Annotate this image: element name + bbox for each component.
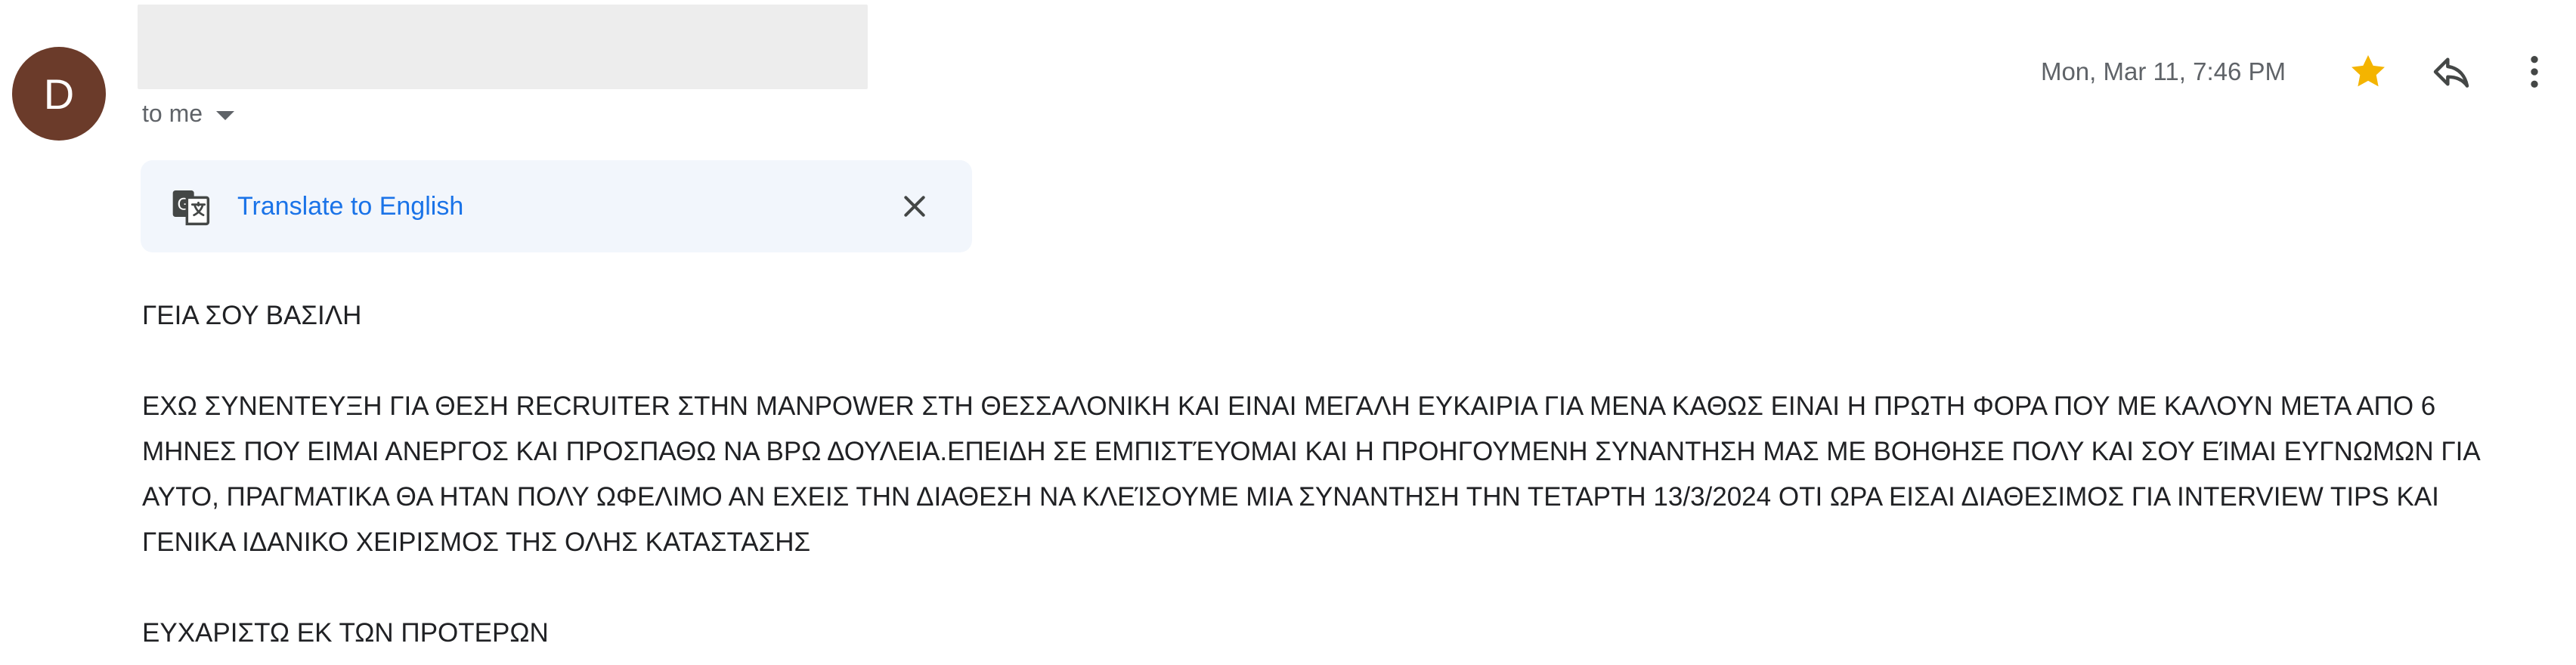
dismiss-translate-button[interactable] xyxy=(893,185,936,227)
more-vert-icon xyxy=(2531,56,2538,88)
message-timestamp: Mon, Mar 11, 7:46 PM xyxy=(2040,57,2286,85)
recipient-label: to me xyxy=(142,100,203,127)
message-closing: ΕΥΧΑΡΙΣΤΩ ΕΚ ΤΩΝ ΠΡΟΤΕΡΩΝ xyxy=(142,618,549,648)
message-greeting: ΓΕΙΑ ΣΟΥ ΒΑΣΙΛΗ xyxy=(142,301,362,330)
translate-icon: G xyxy=(168,184,213,229)
message-body: ΓΕΙΑ ΣΟΥ ΒΑΣΙΛΗ ΕΧΩ ΣΥΝΕΝΤΕΥΞΗ ΓΙΑ ΘΕΣΗ … xyxy=(142,293,2500,656)
close-icon xyxy=(904,196,925,217)
more-options-button[interactable] xyxy=(2493,38,2576,106)
sender-avatar[interactable]: D xyxy=(12,47,106,141)
translate-bar: G Translate to English xyxy=(141,160,972,252)
message-paragraph: ΕΧΩ ΣΥΝΕΝΤΕΥΞΗ ΓΙΑ ΘΕΣΗ RECRUITER ΣΤΗΝ M… xyxy=(142,391,2479,557)
star-icon xyxy=(2352,54,2385,87)
caret-down-icon xyxy=(216,110,235,120)
reply-button[interactable] xyxy=(2410,38,2493,106)
recipient-details-toggle[interactable]: to me xyxy=(142,100,235,128)
star-button[interactable] xyxy=(2327,38,2410,106)
sender-name-redacted xyxy=(138,5,868,89)
message-header-actions: Mon, Mar 11, 7:46 PM xyxy=(2041,38,2576,106)
reply-icon xyxy=(2433,57,2469,88)
translate-to-english-link[interactable]: Translate to English xyxy=(237,192,463,221)
avatar-letter: D xyxy=(43,70,75,118)
